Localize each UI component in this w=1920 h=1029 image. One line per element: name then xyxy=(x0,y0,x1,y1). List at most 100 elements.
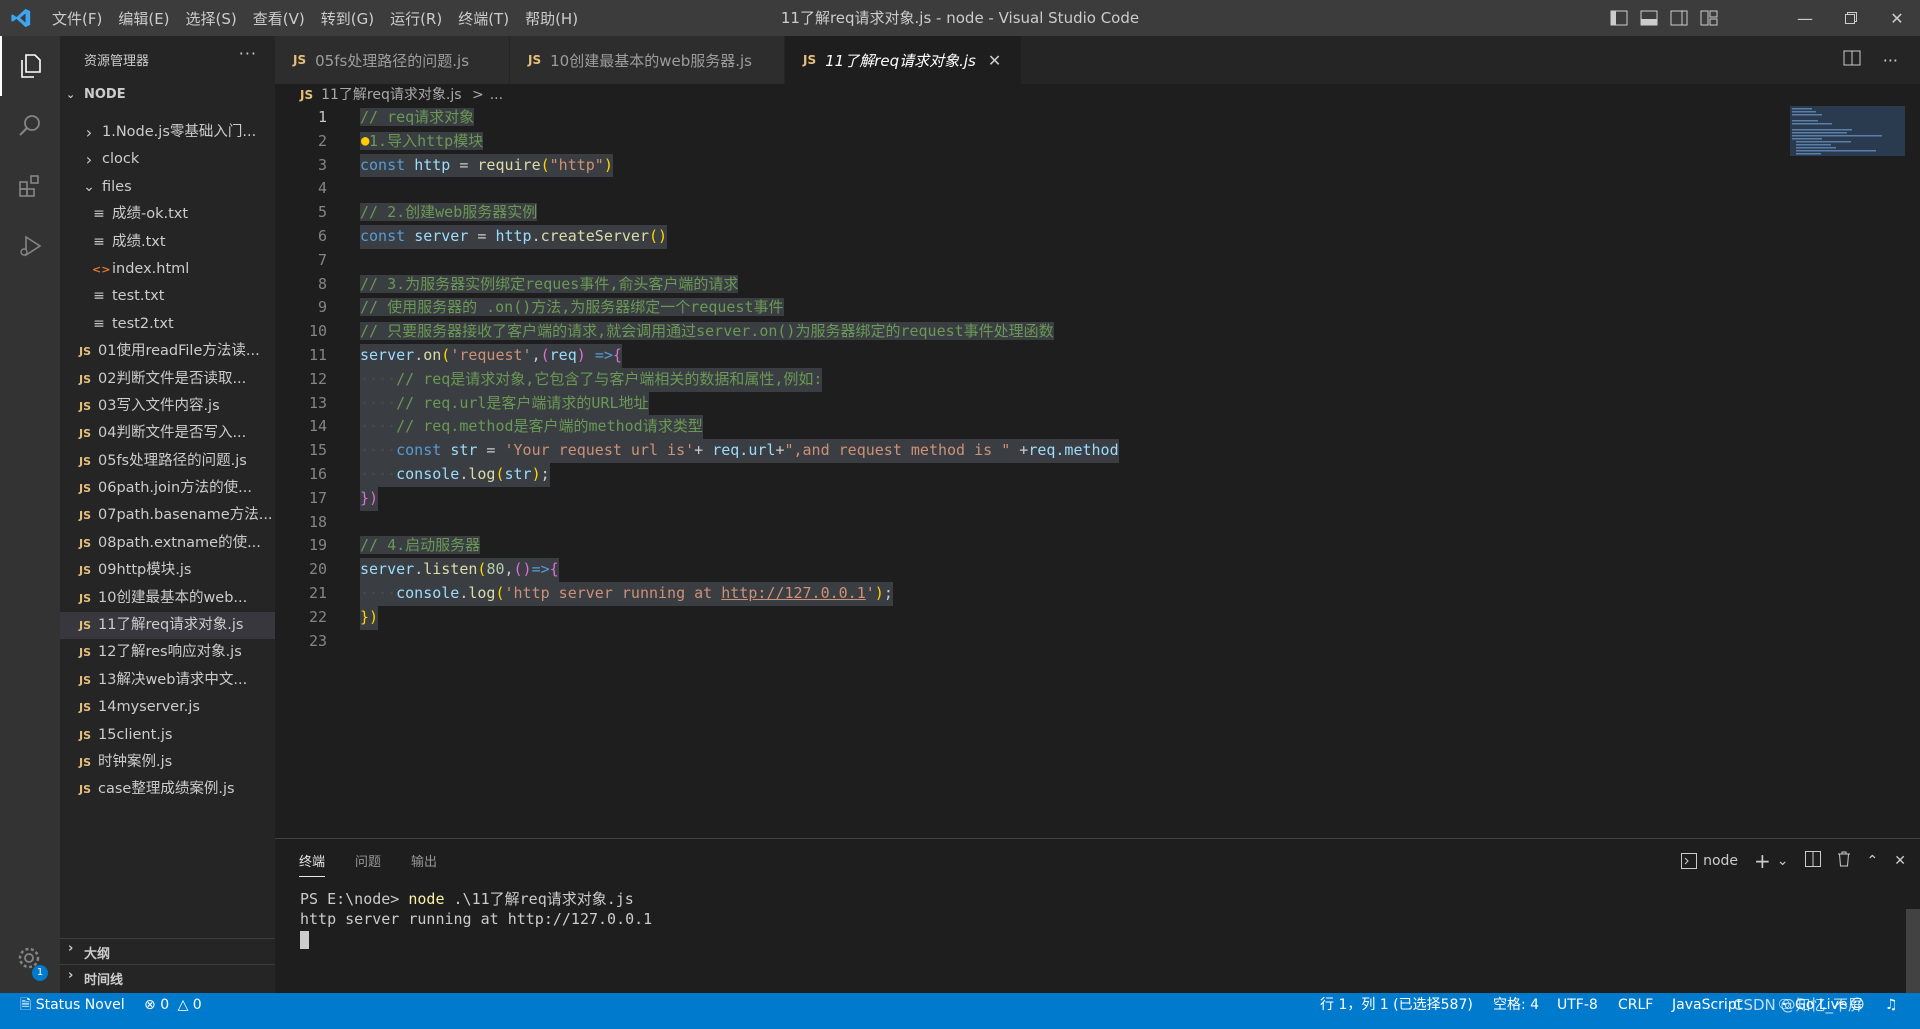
menu-selection[interactable]: 选择(S) xyxy=(178,8,245,29)
folder-item[interactable]: › 1.Node.js零基础入门... xyxy=(60,119,275,146)
cursor-position[interactable]: 行 1，列 1 (已选择587) xyxy=(1320,993,1473,1017)
menu-terminal[interactable]: 终端(T) xyxy=(450,8,517,29)
notifications-bell-icon[interactable]: ♫ xyxy=(1885,993,1898,1017)
file-label: files xyxy=(102,178,132,195)
tab-output[interactable]: 输出 xyxy=(411,851,437,877)
settings-gear-icon[interactable]: 1 xyxy=(0,929,60,989)
terminal-output[interactable]: PS E:\node> node .\11了解req请求对象.js http s… xyxy=(300,889,652,949)
tab-10web[interactable]: JS 10创建最基本的web服务器.js xyxy=(510,36,785,84)
split-terminal-icon[interactable] xyxy=(1804,851,1821,871)
timeline-section[interactable]: 时间线 › xyxy=(60,964,275,992)
explorer-sidebar: 资源管理器 ··· ⌄ NODE › 1.Node.js零基础入门... › cloc… xyxy=(60,36,275,993)
more-actions-icon[interactable]: ··· xyxy=(1883,51,1898,70)
file-label: 04判断文件是否写入... xyxy=(98,425,247,442)
vscode-logo-icon xyxy=(11,8,31,28)
toggle-panel-icon[interactable] xyxy=(1638,7,1660,29)
menu-go[interactable]: 转到(G) xyxy=(313,8,382,29)
minimize-icon[interactable]: — xyxy=(1782,0,1828,36)
split-editor-icon[interactable] xyxy=(1843,50,1861,70)
file-item[interactable]: JS 03写入文件内容.js xyxy=(60,393,275,420)
language-mode[interactable]: JavaScript xyxy=(1672,993,1742,1017)
file-item[interactable]: JS 04判断文件是否写入... xyxy=(60,420,275,447)
line-number: 20 xyxy=(308,560,327,579)
tab-label: 11了解req请求对象.js xyxy=(825,51,976,70)
menu-view[interactable]: 查看(V) xyxy=(245,8,313,29)
file-item[interactable]: JS 08path.extname的使... xyxy=(60,530,275,557)
tab-terminal[interactable]: 终端 xyxy=(299,851,326,877)
encoding[interactable]: UTF-8 xyxy=(1557,993,1598,1017)
menu-edit[interactable]: 编辑(E) xyxy=(110,8,177,29)
search-icon[interactable] xyxy=(0,96,60,156)
file-item[interactable]: JS 11了解req请求对象.js xyxy=(60,612,275,640)
problems-status[interactable]: ⊗ 0 △ 0 xyxy=(144,993,202,1017)
breadcrumb-rest[interactable]: ... xyxy=(490,87,503,103)
menu-help[interactable]: 帮助(H) xyxy=(517,8,586,29)
file-item[interactable]: JS 13解决web请求中文... xyxy=(60,667,275,694)
file-item[interactable]: JS 07path.basename方法... xyxy=(60,502,275,529)
minimap[interactable] xyxy=(1790,106,1905,156)
workspace-root[interactable]: ⌄ NODE xyxy=(60,84,275,106)
lightbulb-icon[interactable]: ● xyxy=(361,130,369,154)
file-item[interactable]: JS 10创建最基本的web... xyxy=(60,585,275,612)
terminal-shell-name: node xyxy=(1703,853,1739,869)
explorer-icon[interactable] xyxy=(0,36,60,96)
file-item[interactable]: ≡ test2.txt xyxy=(60,311,275,338)
terminal-select[interactable]: node xyxy=(1681,853,1738,869)
file-item[interactable]: JS 02判断文件是否读取... xyxy=(60,366,275,393)
tab-05fs[interactable]: JS 05fs处理路径的问题.js xyxy=(275,36,510,84)
file-item[interactable]: JS 06path.join方法的使... xyxy=(60,475,275,502)
status-novel[interactable]: 🗎 Status Novel xyxy=(20,993,125,1017)
file-item[interactable]: ≡ 成绩.txt xyxy=(60,229,275,256)
menu-run[interactable]: 运行(R) xyxy=(382,8,450,29)
file-item[interactable]: JS 09http模块.js xyxy=(60,557,275,584)
folder-item[interactable]: › clock xyxy=(60,146,275,173)
file-item[interactable]: ≡ 成绩-ok.txt xyxy=(60,201,275,228)
line-number: 9 xyxy=(317,298,327,317)
close-panel-icon[interactable]: ✕ xyxy=(1894,853,1906,869)
breadcrumb-file[interactable]: 11了解req请求对象.js xyxy=(321,87,461,103)
error-count: 0 xyxy=(160,997,170,1013)
file-icon: 🗎 xyxy=(20,997,32,1013)
maximize-panel-icon[interactable]: ⌃ xyxy=(1867,853,1879,869)
file-item[interactable]: JS 14myserver.js xyxy=(60,694,275,721)
file-label: 01使用readFile方法读... xyxy=(98,343,260,360)
js-file-icon: JS xyxy=(803,53,817,67)
close-tab-icon[interactable]: ✕ xyxy=(988,51,1001,70)
toggle-primary-sidebar-icon[interactable] xyxy=(1608,7,1630,29)
file-item[interactable]: JS 时钟案例.js xyxy=(60,749,275,776)
outline-section[interactable]: 大纲 › xyxy=(60,938,275,964)
folder-item[interactable]: ⌄ files xyxy=(60,174,275,201)
file-item[interactable]: ≡ test.txt xyxy=(60,283,275,310)
indentation[interactable]: 空格: 4 xyxy=(1493,993,1539,1017)
restore-icon[interactable] xyxy=(1828,0,1874,36)
customize-layout-icon[interactable] xyxy=(1698,7,1720,29)
panel-actions: node + ⌄ ⌃ ✕ xyxy=(1681,849,1906,873)
toggle-secondary-sidebar-icon[interactable] xyxy=(1668,7,1690,29)
editor-tabs: JS 05fs处理路径的问题.js JS 10创建最基本的web服务器.js J… xyxy=(275,36,1920,84)
watermark: CSDN @知忆_不屏 xyxy=(1733,996,1864,1014)
file-item[interactable]: JS 12了解res响应对象.js xyxy=(60,639,275,666)
file-item[interactable]: <> index.html xyxy=(60,256,275,283)
line-ending[interactable]: CRLF xyxy=(1618,993,1653,1017)
run-debug-icon[interactable] xyxy=(0,216,60,276)
extensions-icon[interactable] xyxy=(0,156,60,216)
new-terminal-icon[interactable]: + xyxy=(1754,849,1771,873)
file-item[interactable]: JS 15client.js xyxy=(60,722,275,749)
window-controls: — ✕ xyxy=(1782,0,1920,36)
js-file-icon: JS xyxy=(78,399,91,413)
kill-terminal-icon[interactable] xyxy=(1837,851,1851,871)
more-actions-icon[interactable]: ··· xyxy=(239,44,257,63)
text-file-icon: ≡ xyxy=(93,233,105,250)
menu-file[interactable]: 文件(F) xyxy=(44,8,110,29)
tab-problems[interactable]: 问题 xyxy=(355,851,381,877)
file-label: 03写入文件内容.js xyxy=(98,397,220,414)
tab-11req[interactable]: JS 11了解req请求对象.js ✕ xyxy=(785,36,1022,84)
file-item[interactable]: JS 01使用readFile方法读... xyxy=(60,338,275,365)
close-window-icon[interactable]: ✕ xyxy=(1874,0,1920,36)
feedback-icon[interactable]: ☺ xyxy=(1850,993,1865,1017)
file-item[interactable]: JS 05fs处理路径的问题.js xyxy=(60,448,275,475)
terminal-scrollbar[interactable] xyxy=(1906,909,1920,994)
code-editor[interactable]: 1 2 3 4 5 6 7 8 9 10 11 12 13 14 15 16 17 18 19 20 21 22 23 //… xyxy=(275,106,1785,838)
file-item[interactable]: JS case整理成绩案例.js xyxy=(60,776,275,803)
chevron-down-icon[interactable]: ⌄ xyxy=(1777,853,1789,869)
